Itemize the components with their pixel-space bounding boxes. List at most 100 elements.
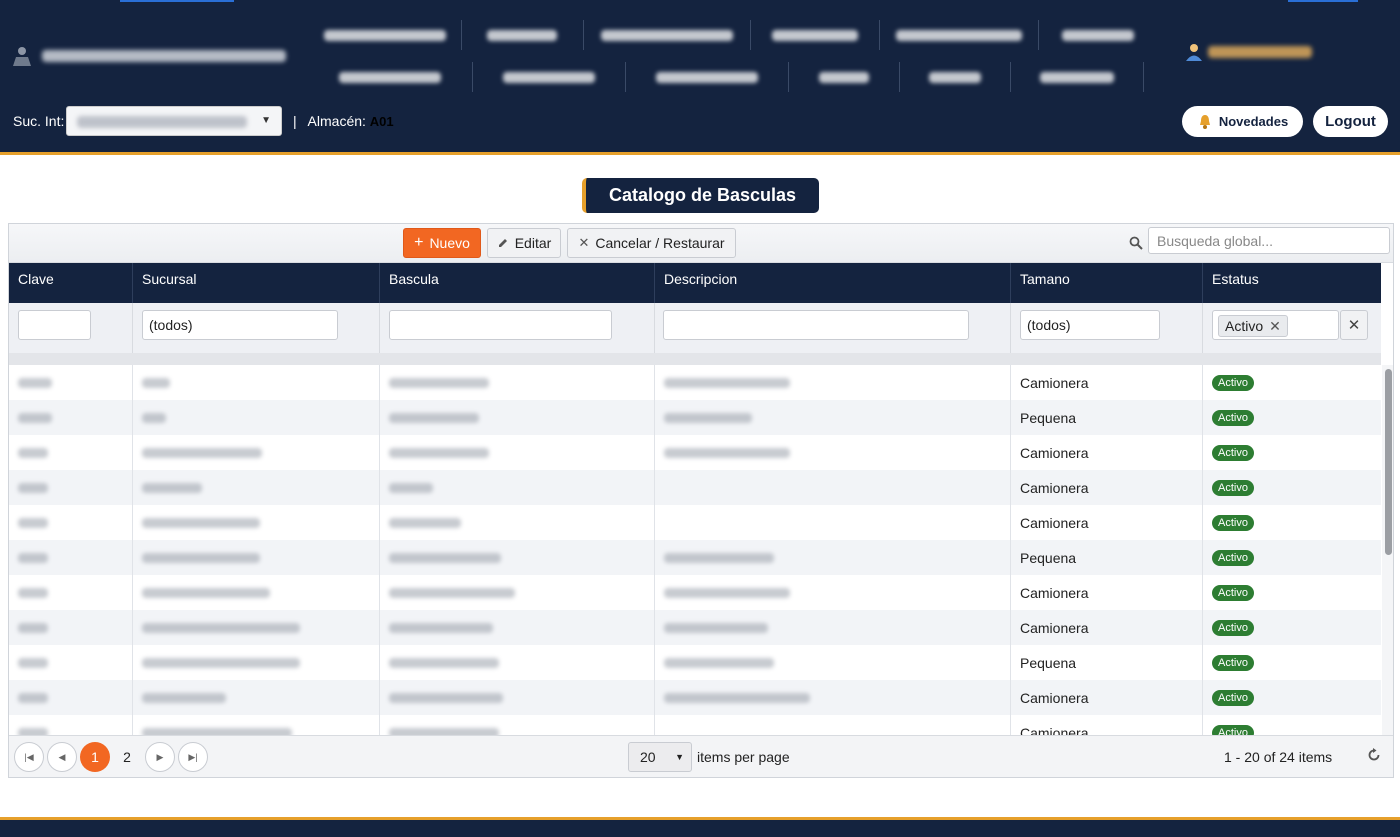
new-label: Nuevo: [429, 235, 470, 251]
novedades-button[interactable]: Novedades: [1182, 106, 1303, 137]
status-badge: Activo: [1212, 549, 1254, 566]
company-brand: [10, 44, 286, 68]
menu-item[interactable]: [789, 62, 900, 92]
filter-bascula-input[interactable]: [389, 310, 612, 340]
column-header-bascula[interactable]: Bascula: [380, 263, 655, 303]
table-row[interactable]: Camionera Activo: [9, 715, 1381, 735]
table-row[interactable]: Camionera Activo: [9, 435, 1381, 470]
scrollbar-thumb[interactable]: [1385, 369, 1392, 555]
table-row[interactable]: Pequena Activo: [9, 645, 1381, 680]
first-page-button[interactable]: |◀: [14, 742, 44, 772]
menu-item[interactable]: [308, 20, 462, 50]
vertical-scrollbar[interactable]: [1382, 365, 1393, 735]
status-badge: Activo: [1212, 479, 1254, 496]
cell-clave: [9, 400, 133, 435]
table-body: Camionera Activo Pequena Activo Camioner…: [9, 365, 1381, 735]
prev-page-button[interactable]: ◀: [47, 742, 77, 772]
cell-tamano: Camionera: [1011, 610, 1203, 645]
user-info[interactable]: [1184, 42, 1312, 62]
cell-sucursal: [133, 435, 380, 470]
table-row[interactable]: Camionera Activo: [9, 470, 1381, 505]
table-row[interactable]: Camionera Activo: [9, 610, 1381, 645]
cell-bascula: [380, 435, 655, 470]
page-number[interactable]: 1: [80, 742, 110, 772]
new-button[interactable]: + Nuevo: [403, 228, 481, 258]
filter-descripcion-input[interactable]: [663, 310, 969, 340]
cell-descripcion: [655, 680, 1011, 715]
menu-item[interactable]: [462, 20, 584, 50]
cell-sucursal: [133, 400, 380, 435]
menu-item[interactable]: [900, 62, 1011, 92]
cell-estatus: Activo: [1203, 645, 1381, 680]
cancel-restore-button[interactable]: ✕ Cancelar / Restaurar: [567, 228, 736, 258]
cell-tamano: Pequena: [1011, 540, 1203, 575]
column-header-sucursal[interactable]: Sucursal: [133, 263, 380, 303]
cell-clave: [9, 610, 133, 645]
page-size-select[interactable]: 20 ▼: [628, 742, 692, 772]
next-page-button[interactable]: ▶: [145, 742, 175, 772]
status-badge: Activo: [1212, 409, 1254, 426]
chevron-down-icon: ▼: [675, 752, 684, 762]
filter-tamano-input[interactable]: [1020, 310, 1160, 340]
table-header: Clave Sucursal Bascula Descripcion Taman…: [9, 263, 1381, 303]
cell-estatus: Activo: [1203, 575, 1381, 610]
logout-button[interactable]: Logout: [1313, 106, 1388, 137]
column-header-descripcion[interactable]: Descripcion: [655, 263, 1011, 303]
cell-sucursal: [133, 365, 380, 400]
filter-chip: Activo ✕: [1218, 315, 1288, 337]
top-navbar: Suc. Int: ▼ | Almacén: A01 Novedades Log…: [0, 0, 1400, 155]
filter-sucursal-input[interactable]: [142, 310, 338, 340]
cell-descripcion: [655, 610, 1011, 645]
page-number[interactable]: 2: [112, 742, 142, 772]
table-row[interactable]: Camionera Activo: [9, 365, 1381, 400]
menu-item[interactable]: [1039, 20, 1158, 50]
table-row[interactable]: Camionera Activo: [9, 680, 1381, 715]
cell-descripcion: [655, 645, 1011, 680]
menu-item[interactable]: [308, 62, 473, 92]
global-search-input[interactable]: [1148, 227, 1390, 254]
column-header-tamano[interactable]: Tamano: [1011, 263, 1203, 303]
first-page-icon: |◀: [24, 751, 34, 762]
cell-sucursal: [133, 470, 380, 505]
edit-button[interactable]: Editar: [487, 228, 561, 258]
menu-item[interactable]: [1011, 62, 1144, 92]
cell-sucursal: [133, 505, 380, 540]
cell-sucursal: [133, 715, 380, 735]
table-row[interactable]: Pequena Activo: [9, 400, 1381, 435]
chip-remove-icon[interactable]: ✕: [1269, 318, 1281, 335]
cell-descripcion: [655, 400, 1011, 435]
cell-bascula: [380, 540, 655, 575]
cell-bascula: [380, 645, 655, 680]
edit-label: Editar: [514, 235, 552, 251]
status-badge: Activo: [1212, 724, 1254, 735]
menu-item[interactable]: [880, 20, 1039, 50]
table-row[interactable]: Pequena Activo: [9, 540, 1381, 575]
close-icon: ✕: [1347, 317, 1361, 334]
cell-descripcion: [655, 470, 1011, 505]
table-row[interactable]: Camionera Activo: [9, 575, 1381, 610]
menu-item[interactable]: [584, 20, 752, 50]
column-header-estatus[interactable]: Estatus: [1203, 263, 1381, 303]
sucursal-select[interactable]: ▼: [66, 106, 282, 136]
clear-filter-button[interactable]: ✕: [1340, 310, 1368, 340]
filter-cell: [133, 303, 380, 353]
filter-estatus-multiselect[interactable]: Activo ✕: [1212, 310, 1339, 340]
cell-sucursal: [133, 680, 380, 715]
menu-item[interactable]: [473, 62, 626, 92]
last-page-button[interactable]: ▶|: [178, 742, 208, 772]
cell-tamano: Camionera: [1011, 680, 1203, 715]
menu-item[interactable]: [626, 62, 789, 92]
refresh-icon[interactable]: [1367, 748, 1381, 762]
cell-clave: [9, 575, 133, 610]
filter-clave-input[interactable]: [18, 310, 91, 340]
cell-estatus: Activo: [1203, 715, 1381, 735]
menu-item[interactable]: [751, 20, 880, 50]
column-header-clave[interactable]: Clave: [9, 263, 133, 303]
cell-estatus: Activo: [1203, 400, 1381, 435]
filter-chip-label: Activo: [1225, 318, 1264, 334]
close-icon: ✕: [578, 235, 590, 250]
table-row[interactable]: Camionera Activo: [9, 505, 1381, 540]
main-menu: [308, 14, 1158, 98]
top-accent-bar: [120, 0, 234, 2]
header-spacer: [9, 353, 1381, 365]
